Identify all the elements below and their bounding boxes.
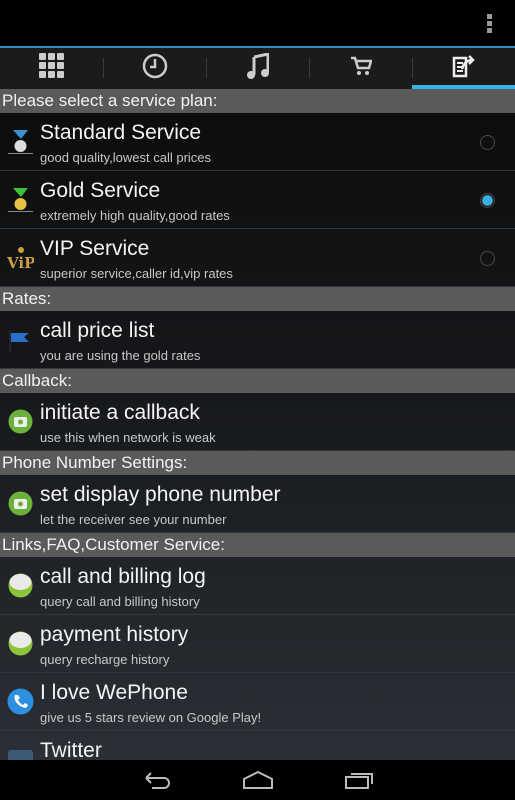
tab-dialpad[interactable] [0, 48, 103, 89]
item-title: VIP Service [40, 237, 150, 260]
svg-text:ViP: ViP [7, 254, 34, 271]
list-item[interactable]: ViP VIP Service superior service,caller id… [0, 229, 515, 287]
silver-medal-icon [7, 128, 34, 155]
flag-icon [7, 326, 34, 353]
tab-bar [0, 48, 515, 89]
item-title: payment history [40, 623, 189, 646]
section-header: Please select a service plan: [0, 89, 515, 113]
section-header: Callback: [0, 369, 515, 393]
list-item[interactable]: Gold Service extremely high quality,good … [0, 171, 515, 229]
item-title: I love WePhone [40, 681, 188, 704]
item-title: call price list [40, 319, 155, 342]
list-item[interactable]: call price list you are using the gold ra… [0, 311, 515, 369]
green-phone-icon [7, 408, 34, 435]
radio-button[interactable] [480, 135, 495, 150]
item-title: set display phone number [40, 483, 281, 506]
item-title: Gold Service [40, 179, 161, 202]
item-title: call and billing log [40, 565, 206, 588]
green-phone-icon [7, 490, 34, 517]
navigation-bar [0, 760, 515, 800]
item-subtitle: query recharge history [40, 652, 170, 667]
item-title: initiate a callback [40, 401, 200, 424]
twitter-icon [7, 746, 34, 760]
edit-share-icon [452, 54, 476, 83]
settings-list[interactable]: Please select a service plan: Standard Se… [0, 89, 515, 760]
item-subtitle: use this when network is weak [40, 430, 216, 445]
section-header: Rates: [0, 287, 515, 311]
gold-medal-icon [7, 186, 34, 213]
item-title: Standard Service [40, 121, 202, 144]
vip-icon: ViP [6, 244, 35, 272]
section-header: Phone Number Settings: [0, 451, 515, 475]
list-item[interactable]: call and billing log query call and billi… [0, 557, 515, 615]
list-item[interactable]: Twitter [0, 731, 515, 760]
item-subtitle: query call and billing history [40, 594, 200, 609]
radio-button[interactable] [480, 251, 495, 266]
music-icon [246, 52, 269, 84]
green-ball-icon [7, 572, 34, 599]
section-header: Links,FAQ,Customer Service: [0, 533, 515, 557]
item-title: Twitter [40, 739, 102, 760]
list-item[interactable]: set display phone number let the receiver… [0, 475, 515, 533]
list-item[interactable]: I love WePhone give us 5 stars review on … [0, 673, 515, 731]
item-subtitle: superior service,caller id,vip rates [40, 266, 233, 281]
green-ball-icon [7, 630, 34, 657]
clock-icon [142, 53, 168, 84]
tab-music[interactable] [206, 48, 309, 89]
back-icon[interactable] [142, 770, 172, 790]
cart-icon [350, 56, 373, 81]
overflow-menu-icon[interactable] [487, 14, 493, 35]
item-subtitle: let the receiver see your number [40, 512, 227, 527]
item-subtitle: extremely high quality,good rates [40, 208, 230, 223]
tab-edit-share[interactable] [412, 48, 515, 89]
status-bar [0, 0, 515, 46]
item-subtitle: you are using the gold rates [40, 348, 201, 363]
home-icon[interactable] [242, 770, 274, 790]
item-subtitle: good quality,lowest call prices [40, 150, 212, 165]
recent-apps-icon[interactable] [344, 770, 374, 790]
list-item[interactable]: initiate a callback use this when network… [0, 393, 515, 451]
item-subtitle: give us 5 stars review on Google Play! [40, 710, 262, 725]
tab-cart[interactable] [309, 48, 412, 89]
list-item[interactable]: Standard Service good quality,lowest call… [0, 113, 515, 171]
blue-phone-icon [7, 688, 34, 715]
dialpad-icon [38, 53, 65, 84]
tab-clock[interactable] [103, 48, 206, 89]
list-item[interactable]: payment history query recharge history [0, 615, 515, 673]
radio-button[interactable] [480, 193, 495, 208]
